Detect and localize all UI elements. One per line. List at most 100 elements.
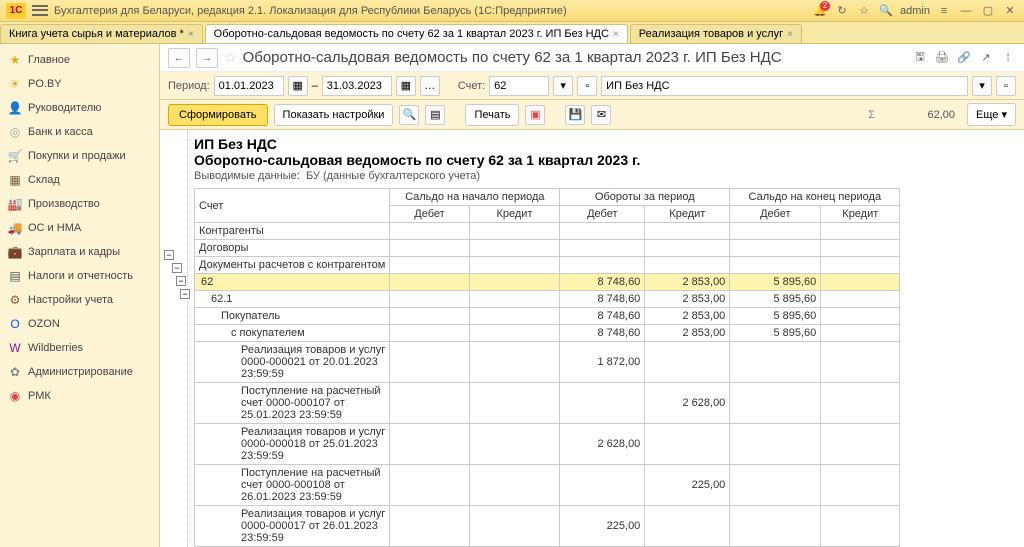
export-icon[interactable]: ▣ — [525, 105, 545, 125]
tree-gutter: − − − − — [160, 130, 188, 547]
minimize-icon[interactable]: — — [958, 3, 974, 19]
tab-item[interactable]: Оборотно-сальдовая ведомость по счету 62… — [205, 24, 628, 43]
table-row[interactable]: 628 748,602 853,005 895,60 — [195, 274, 900, 291]
history-icon[interactable]: ↻ — [834, 3, 850, 19]
link-icon[interactable]: 🔗 — [956, 50, 972, 66]
maximize-icon[interactable]: ▢ — [980, 3, 996, 19]
favorite-icon[interactable]: ☆ — [856, 3, 872, 19]
report-table: Счет Сальдо на начало периода Обороты за… — [194, 188, 900, 547]
user-label[interactable]: admin — [900, 5, 930, 17]
table-row[interactable]: Покупатель8 748,602 853,005 895,60 — [195, 308, 900, 325]
date-to-input[interactable] — [322, 76, 392, 96]
sidebar-icon: ◉ — [8, 389, 22, 403]
sidebar-item[interactable]: 🚚ОС и НМА — [0, 216, 159, 240]
sidebar-label: Покупки и продажи — [28, 150, 126, 162]
star-icon[interactable]: ☆ — [224, 49, 237, 66]
sidebar-icon: W — [8, 341, 22, 355]
print-button[interactable]: Печать — [465, 104, 519, 126]
print-icon[interactable]: 🖨 — [934, 50, 950, 66]
mail-icon[interactable]: ✉ — [591, 105, 611, 125]
sidebar-item[interactable]: ◉РМК — [0, 384, 159, 408]
table-row[interactable]: Поступление на расчетный счет 0000-00010… — [195, 465, 900, 506]
sidebar-item[interactable]: ★Главное — [0, 48, 159, 72]
sidebar-item[interactable]: ▦ Склад — [0, 168, 159, 192]
table-row[interactable]: с покупателем8 748,602 853,005 895,60 — [195, 325, 900, 342]
close-tab-icon[interactable]: × — [787, 29, 793, 40]
sidebar-item[interactable]: WWildberries — [0, 336, 159, 360]
sidebar-item[interactable]: ☀ PO.BY — [0, 72, 159, 96]
sidebar-label: Производство — [28, 198, 100, 210]
external-icon[interactable]: ↗ — [978, 50, 994, 66]
collapse-icon[interactable]: − — [164, 250, 174, 260]
table-row[interactable]: Реализация товаров и услуг 0000-000021 о… — [195, 342, 900, 383]
close-tab-icon[interactable]: × — [188, 29, 194, 40]
sidebar-item[interactable]: ✿Администрирование — [0, 360, 159, 384]
sidebar-icon: ★ — [8, 53, 22, 67]
more-button[interactable]: Еще ▾ — [967, 103, 1016, 126]
account-label: Счет: — [458, 80, 485, 92]
settings-icon[interactable]: ⁞ — [1000, 50, 1016, 66]
filter-icon[interactable]: ▤ — [425, 105, 445, 125]
sidebar-icon: 🛒 — [8, 149, 22, 163]
app-logo: 1C — [6, 3, 26, 19]
table-row[interactable]: Поступление на расчетный счет 0000-00010… — [195, 383, 900, 424]
back-button[interactable]: ← — [168, 48, 190, 68]
sidebar-icon: ▦ — [8, 173, 22, 187]
sidebar-label: Администрирование — [28, 366, 133, 378]
find-icon[interactable]: 🔍 — [399, 105, 419, 125]
sidebar-label: PO.BY — [28, 78, 62, 90]
sidebar-item[interactable]: ⚙Настройки учета — [0, 288, 159, 312]
sidebar-icon: ☀ — [8, 77, 22, 91]
forward-button[interactable]: → — [196, 48, 218, 68]
open-icon[interactable]: ▫ — [996, 76, 1016, 96]
show-settings-button[interactable]: Показать настройки — [274, 104, 394, 126]
document-tabs: Книга учета сырья и материалов *× Оборот… — [0, 22, 1024, 44]
sigma-icon: Σ — [868, 109, 875, 121]
sidebar-icon: 🏭 — [8, 197, 22, 211]
collapse-icon[interactable]: − — [172, 263, 182, 273]
menu-icon[interactable] — [32, 4, 48, 18]
report-org: ИП Без НДС — [188, 130, 1024, 152]
sidebar-icon: ▤ — [8, 269, 22, 283]
tab-item[interactable]: Реализация товаров и услуг× — [630, 24, 802, 43]
calendar-icon[interactable]: ▦ — [396, 76, 416, 96]
user-menu-icon[interactable]: ≡ — [936, 3, 952, 19]
sidebar-item[interactable]: ▤Налоги и отчетность — [0, 264, 159, 288]
sidebar-item[interactable]: OOZON — [0, 312, 159, 336]
account-input[interactable] — [489, 76, 549, 96]
sidebar-item[interactable]: 🏭 Производство — [0, 192, 159, 216]
dropdown-icon[interactable]: ▾ — [553, 76, 573, 96]
close-tab-icon[interactable]: × — [613, 29, 619, 40]
sidebar-item[interactable]: ◎Банк и касса — [0, 120, 159, 144]
table-row[interactable]: 62.18 748,602 853,005 895,60 — [195, 291, 900, 308]
table-row[interactable]: Реализация товаров и услуг 0000-000017 о… — [195, 506, 900, 547]
sidebar-label: Склад — [28, 174, 60, 186]
table-row[interactable]: Реализация товаров и услуг 0000-000018 о… — [195, 424, 900, 465]
tab-item[interactable]: Книга учета сырья и материалов *× — [0, 24, 203, 43]
app-title: Бухгалтерия для Беларуси, редакция 2.1. … — [54, 5, 567, 17]
collapse-icon[interactable]: − — [176, 276, 186, 286]
bell-icon[interactable]: 🔔 — [812, 3, 828, 19]
generate-button[interactable]: Сформировать — [168, 104, 268, 126]
search-icon[interactable]: 🔍 — [878, 3, 894, 19]
sidebar-item[interactable]: 👤Руководителю — [0, 96, 159, 120]
open-icon[interactable]: ▫ — [577, 76, 597, 96]
sidebar-label: Банк и касса — [28, 126, 93, 138]
period-picker-button[interactable]: … — [420, 76, 440, 96]
sidebar-icon: O — [8, 317, 22, 331]
report-title: Оборотно-сальдовая ведомость по счету 62… — [188, 152, 1024, 170]
save-icon[interactable]: 🖫 — [912, 50, 928, 66]
navigation-sidebar: ★Главное ☀ PO.BY 👤Руководителю◎Банк и касса… — [0, 44, 160, 547]
sidebar-item[interactable]: 🛒 Покупки и продажи — [0, 144, 159, 168]
sum-value: 62,00 — [881, 107, 961, 123]
date-from-input[interactable] — [214, 76, 284, 96]
save-icon[interactable]: 💾 — [565, 105, 585, 125]
calendar-icon[interactable]: ▦ — [288, 76, 308, 96]
org-input[interactable] — [601, 76, 968, 96]
sidebar-item[interactable]: 💼Зарплата и кадры — [0, 240, 159, 264]
close-icon[interactable]: ✕ — [1002, 3, 1018, 19]
sidebar-icon: ⚙ — [8, 293, 22, 307]
dropdown-icon[interactable]: ▾ — [972, 76, 992, 96]
collapse-icon[interactable]: − — [180, 289, 190, 299]
sidebar-icon: 👤 — [8, 101, 22, 115]
